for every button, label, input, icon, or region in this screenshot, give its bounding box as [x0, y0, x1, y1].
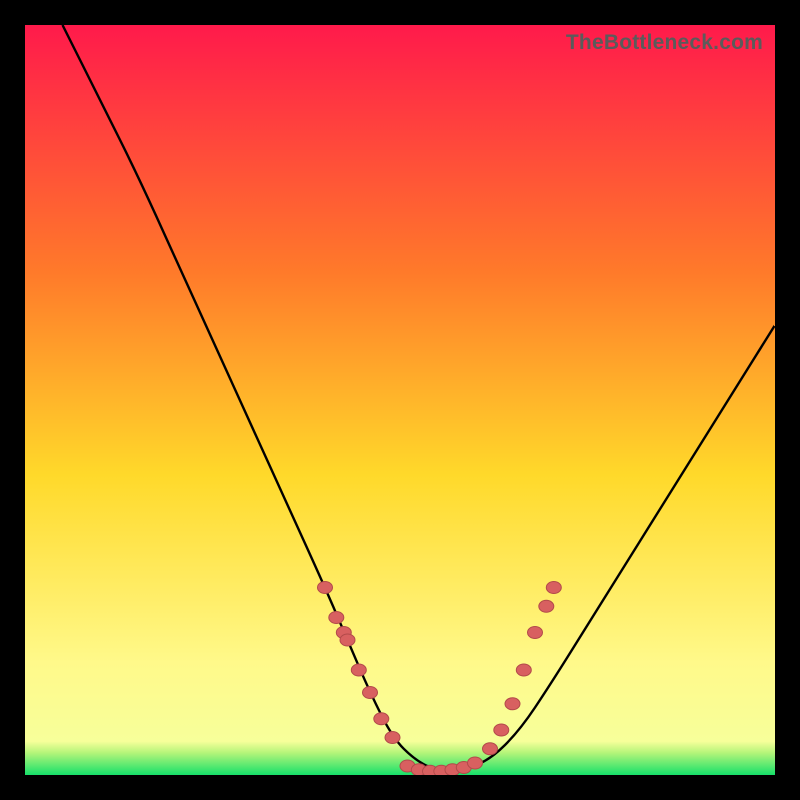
data-point — [483, 743, 498, 755]
chart-frame: TheBottleneck.com — [25, 25, 775, 775]
data-point — [516, 664, 531, 676]
data-point — [351, 664, 366, 676]
data-point — [329, 612, 344, 624]
data-point — [539, 600, 554, 612]
data-point — [385, 732, 400, 744]
gradient-background — [25, 25, 775, 775]
data-point — [318, 582, 333, 594]
data-point — [528, 627, 543, 639]
data-point — [505, 698, 520, 710]
data-point — [468, 757, 483, 769]
data-point — [546, 582, 561, 594]
data-point — [374, 713, 389, 725]
watermark-text: TheBottleneck.com — [566, 31, 763, 55]
data-point — [340, 634, 355, 646]
data-point — [363, 687, 378, 699]
chart-canvas — [25, 25, 775, 775]
data-point — [494, 724, 509, 736]
